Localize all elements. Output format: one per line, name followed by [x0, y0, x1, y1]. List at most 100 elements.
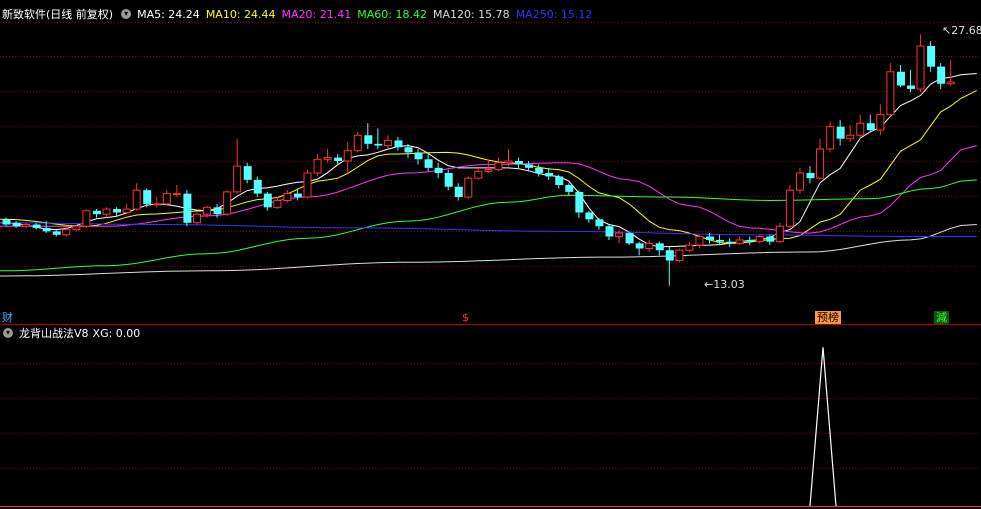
candle [896, 64, 905, 88]
candle-body [383, 139, 392, 147]
candle-body [916, 45, 925, 90]
candle-body [515, 161, 524, 165]
candle [132, 183, 141, 211]
candle [414, 148, 423, 165]
candle-body [846, 134, 855, 140]
candle [253, 176, 262, 198]
candle-body [374, 143, 383, 146]
candle [233, 138, 242, 194]
candle-body [726, 241, 735, 244]
candle-body [675, 249, 684, 262]
candle-body [283, 193, 292, 201]
candle [474, 167, 483, 180]
event-tag-finance[interactable]: 财 [0, 311, 15, 324]
candle-body [243, 166, 252, 180]
candle [263, 191, 272, 211]
candle [313, 154, 322, 177]
candle [52, 229, 61, 237]
candle [525, 161, 534, 172]
xg-signal-spike [809, 347, 837, 507]
candle-body [706, 236, 714, 240]
candle [303, 169, 312, 199]
candle-body [404, 147, 413, 153]
ma-line-ma120 [0, 224, 977, 277]
candle [113, 207, 122, 216]
candle-body [12, 222, 21, 227]
candle [816, 138, 825, 180]
candle-body [635, 243, 644, 249]
event-tag-reduce[interactable]: 減 [934, 311, 949, 324]
high-price-marker: ↖27.68 [942, 24, 981, 37]
candle-body [655, 243, 664, 251]
candle-body [132, 189, 141, 210]
candle-body [454, 186, 463, 198]
candle-body [464, 177, 473, 198]
candle [374, 128, 383, 149]
candle [826, 121, 835, 153]
candle [856, 114, 865, 139]
candle-body [605, 226, 614, 237]
candle-body [323, 157, 332, 160]
candle [916, 34, 925, 93]
candle-body [162, 193, 171, 205]
event-tag-dollar[interactable]: $ [460, 311, 471, 324]
candle [343, 142, 352, 175]
candle-body [434, 167, 443, 174]
candle-body [755, 236, 764, 243]
candle-body [343, 150, 352, 162]
candle [645, 239, 654, 252]
candle [323, 148, 332, 163]
candle-body [816, 148, 825, 179]
candle [555, 174, 564, 189]
candle-body [233, 165, 242, 193]
ma-line-ma250 [0, 222, 977, 237]
candle [283, 190, 292, 203]
candle [545, 167, 554, 180]
candle [162, 190, 171, 206]
candle-body [32, 224, 41, 228]
candle [795, 167, 804, 194]
event-tag-forecast[interactable]: 预榜 [815, 311, 841, 324]
candle-body [836, 126, 845, 139]
candle-body [545, 173, 554, 177]
candle [353, 131, 362, 153]
candlestick-chart[interactable] [0, 0, 981, 325]
low-price-value: 13.03 [713, 278, 745, 291]
candle [515, 157, 524, 168]
candle-body [716, 239, 725, 242]
candle-body [665, 250, 674, 261]
candle [907, 70, 915, 93]
candle-body [484, 169, 493, 172]
candle [494, 157, 503, 172]
candle-body [555, 176, 564, 186]
candle-body [42, 227, 51, 232]
indicator-chart[interactable] [0, 325, 981, 509]
candle [927, 40, 936, 72]
candle-body [82, 210, 91, 227]
candle-body [525, 164, 534, 168]
candle [876, 104, 885, 136]
candle-body [775, 225, 784, 243]
candle-body [2, 219, 11, 225]
candle [886, 63, 895, 117]
candle [273, 197, 282, 210]
candle [484, 159, 493, 174]
candle [454, 183, 463, 201]
candle [785, 185, 794, 228]
candle [625, 231, 634, 246]
candle [383, 135, 392, 149]
candle-body [213, 207, 222, 215]
candle-body [695, 236, 704, 246]
candle [102, 207, 111, 218]
candle-body [253, 179, 262, 194]
candle [846, 124, 855, 143]
candle [937, 63, 946, 89]
candle [635, 241, 644, 256]
candle-body [72, 225, 81, 231]
candle-body [353, 134, 362, 152]
candle-body [535, 167, 544, 174]
candle-body [735, 239, 744, 244]
candle [595, 217, 604, 230]
candle [122, 203, 131, 215]
candle [82, 209, 91, 228]
